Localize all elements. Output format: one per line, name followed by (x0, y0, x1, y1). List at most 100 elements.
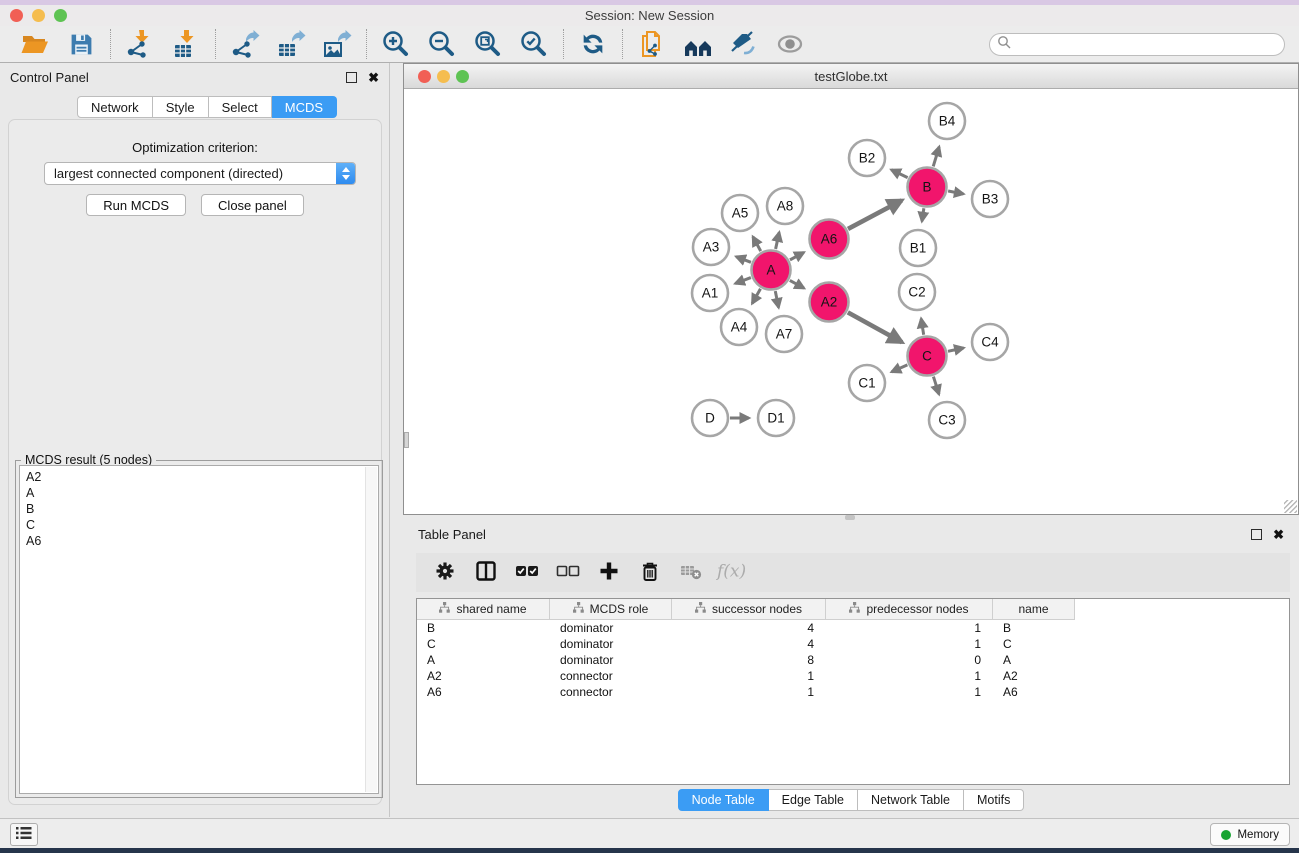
edge-A-A2[interactable] (790, 280, 804, 288)
edge-A-A7[interactable] (775, 291, 778, 307)
table-cell[interactable]: dominator (550, 637, 672, 651)
close-panel-button[interactable]: Close panel (201, 194, 304, 216)
export-table-button[interactable] (274, 27, 308, 61)
mcds-result-item[interactable]: A2 (26, 469, 372, 485)
zoom-out-button[interactable] (425, 27, 459, 61)
table-row[interactable]: A6connector11A6 (417, 684, 1289, 700)
node-A2[interactable]: A2 (810, 283, 849, 322)
select-all-columns-button[interactable] (508, 557, 545, 589)
table-cell[interactable]: B (993, 621, 1075, 635)
import-network-button[interactable] (123, 27, 157, 61)
mcds-result-item[interactable]: A6 (26, 533, 372, 549)
table-cell[interactable]: 1 (826, 637, 993, 651)
save-session-button[interactable] (64, 27, 98, 61)
edge-B-B1[interactable] (922, 208, 924, 221)
table-cell[interactable]: connector (550, 669, 672, 683)
mcds-result-list[interactable]: A2ABCA6 (19, 465, 379, 794)
node-A8[interactable]: A8 (767, 188, 803, 224)
edge-C-C3[interactable] (933, 377, 939, 395)
show-all-networks-button[interactable] (681, 27, 715, 61)
table-cell[interactable]: 0 (826, 653, 993, 667)
table-row[interactable]: Adominator80A (417, 652, 1289, 668)
optimization-criterion-dropdown[interactable]: largest connected component (directed) (44, 162, 356, 185)
node-B1[interactable]: B1 (900, 230, 936, 266)
table-row[interactable]: Cdominator41C (417, 636, 1289, 652)
add-column-button[interactable] (590, 557, 627, 589)
mcds-result-item[interactable]: C (26, 517, 372, 533)
delete-column-button[interactable] (631, 557, 668, 589)
open-file-button[interactable] (18, 27, 52, 61)
table-cell[interactable]: 8 (672, 653, 826, 667)
mcds-result-item[interactable]: B (26, 501, 372, 517)
edge-A-A5[interactable] (753, 237, 761, 251)
table-cell[interactable]: A6 (993, 685, 1075, 699)
edge-B-B3[interactable] (948, 191, 963, 194)
table-settings-button[interactable] (426, 557, 463, 589)
column-header-name[interactable]: name (993, 599, 1075, 620)
table-cell[interactable]: dominator (550, 653, 672, 667)
edge-A2-C[interactable] (848, 312, 902, 342)
node-C2[interactable]: C2 (899, 274, 935, 310)
table-cell[interactable]: 1 (672, 669, 826, 683)
node-B3[interactable]: B3 (972, 181, 1008, 217)
window-resize-grip[interactable] (1284, 500, 1297, 513)
result-scrollbar[interactable] (365, 467, 377, 792)
zoom-fit-button[interactable] (471, 27, 505, 61)
table-row[interactable]: Bdominator41B (417, 620, 1289, 636)
import-table-button[interactable] (169, 27, 203, 61)
edge-A-A4[interactable] (752, 289, 760, 304)
task-history-button[interactable] (10, 823, 38, 846)
memory-button[interactable]: Memory (1210, 823, 1290, 846)
column-header-mcds-role[interactable]: MCDS role (550, 599, 672, 620)
search-input[interactable] (1016, 37, 1277, 51)
node-B2[interactable]: B2 (849, 140, 885, 176)
node-B4[interactable]: B4 (929, 103, 965, 139)
tab-mcds[interactable]: MCDS (272, 96, 337, 118)
network-close-button[interactable] (418, 70, 431, 83)
edge-B-B2[interactable] (891, 170, 907, 178)
node-C3[interactable]: C3 (929, 402, 965, 438)
table-cell[interactable]: 1 (826, 669, 993, 683)
node-A3[interactable]: A3 (693, 229, 729, 265)
tab-network[interactable]: Network (77, 96, 153, 118)
edge-A6-B[interactable] (848, 200, 902, 229)
table-cell[interactable]: A2 (993, 669, 1075, 683)
edge-C-C1[interactable] (892, 365, 908, 372)
zoom-in-button[interactable] (379, 27, 413, 61)
mcds-result-item[interactable]: A (26, 485, 372, 501)
table-cell[interactable]: connector (550, 685, 672, 699)
edge-C-C4[interactable] (948, 348, 964, 351)
column-header-successor-nodes[interactable]: successor nodes (672, 599, 826, 620)
edge-A-A6[interactable] (790, 252, 804, 259)
node-B[interactable]: B (908, 168, 947, 207)
hide-labels-button[interactable] (727, 27, 761, 61)
table-cell[interactable]: 4 (672, 621, 826, 635)
node-D[interactable]: D (692, 400, 728, 436)
tab-select[interactable]: Select (209, 96, 272, 118)
edge-A-A8[interactable] (776, 232, 780, 249)
edge-B-B4[interactable] (933, 147, 939, 167)
refresh-view-button[interactable] (576, 27, 610, 61)
node-C[interactable]: C (908, 337, 947, 376)
node-A1[interactable]: A1 (692, 275, 728, 311)
node-A5[interactable]: A5 (722, 195, 758, 231)
node-A4[interactable]: A4 (721, 309, 757, 345)
node-A6[interactable]: A6 (810, 220, 849, 259)
column-header-predecessor-nodes[interactable]: predecessor nodes (826, 599, 993, 620)
table-cell[interactable]: C (417, 637, 550, 651)
edge-A-A3[interactable] (736, 257, 751, 263)
node-C4[interactable]: C4 (972, 324, 1008, 360)
float-table-panel-icon[interactable] (1251, 529, 1262, 540)
node-D1[interactable]: D1 (758, 400, 794, 436)
tab-style[interactable]: Style (153, 96, 209, 118)
edge-A-A1[interactable] (735, 278, 751, 284)
close-table-panel-icon[interactable]: ✖ (1273, 528, 1284, 541)
tab-edge-table[interactable]: Edge Table (769, 789, 858, 811)
table-cell[interactable]: 1 (826, 621, 993, 635)
toggle-graphics-details-button[interactable] (773, 27, 807, 61)
open-cybrowser-button[interactable] (635, 27, 669, 61)
tab-node-table[interactable]: Node Table (678, 789, 769, 811)
network-canvas[interactable]: B4B2BB3A8A5A6A3B1AC2A1A2A4A7C4CC1DD1C3 (404, 89, 1298, 514)
table-cell[interactable]: C (993, 637, 1075, 651)
float-panel-icon[interactable] (346, 72, 357, 83)
